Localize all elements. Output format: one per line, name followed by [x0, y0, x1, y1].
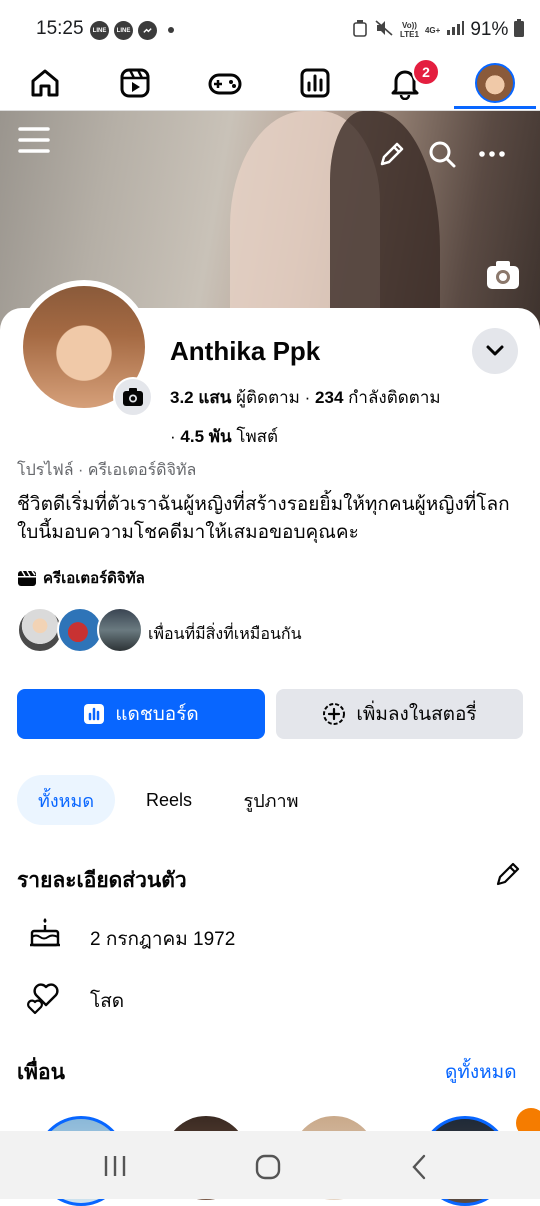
see-all-friends-link[interactable]: ดูทั้งหมด [445, 1057, 517, 1087]
recent-apps-icon [104, 1156, 126, 1176]
line-app-icon: LINE [90, 21, 109, 40]
nav-profile[interactable] [450, 56, 540, 110]
pencil-icon [380, 142, 404, 166]
profile-bio: ชีวิตดีเริ่มที่ตัวเราฉันผู้หญิงที่สร้างร… [17, 494, 510, 543]
following-label: กำลังติดตาม [348, 388, 441, 407]
dashboard-button-label: แดชบอร์ด [115, 704, 199, 725]
reels-icon [120, 68, 150, 98]
search-button[interactable] [424, 136, 460, 172]
top-navigation [0, 56, 540, 112]
edit-cover-button[interactable] [374, 136, 410, 172]
relationship-hearts-icon [26, 979, 64, 1020]
nav-home[interactable] [0, 56, 90, 110]
status-indicators: Vo)) LTE1 4G+ 91% [352, 18, 525, 42]
mutual-friend-avatar [97, 607, 143, 653]
battery-icon [514, 18, 525, 42]
relationship-text: โสด [90, 991, 125, 1012]
creator-tag: ครีเอเตอร์ดิจิทัล [17, 566, 145, 590]
menu-button[interactable] [16, 122, 52, 158]
back-chevron-icon [412, 1154, 426, 1180]
more-options-button[interactable] [474, 136, 510, 172]
pencil-icon [496, 862, 520, 886]
posts-label: โพสต์ [236, 427, 279, 446]
following-count[interactable]: 234 [315, 388, 343, 407]
profile-name: Anthika Ppk [170, 336, 321, 366]
posts-count: 4.5 พัน [180, 427, 232, 446]
profile-category: โปรไฟล์ · ครีเอเตอร์ดิจิทัล [17, 462, 197, 479]
back-button[interactable] [408, 1153, 432, 1181]
line-app-icon: LINE [114, 21, 133, 40]
add-to-story-button[interactable]: เพิ่มลงในสตอรี่ [276, 689, 523, 739]
nav-dashboard[interactable] [270, 56, 360, 110]
notification-badge: 2 [412, 58, 440, 86]
chevron-down-icon [486, 345, 504, 356]
mutual-friends-text[interactable]: เพื่อนที่มีสิ่งที่เหมือนกัน [148, 622, 302, 647]
status-time: 15:25 [36, 18, 84, 39]
tab-reels[interactable]: Reels [132, 775, 206, 825]
dashboard-button[interactable]: แดชบอร์ด [17, 689, 265, 739]
change-avatar-button[interactable] [113, 377, 153, 417]
search-icon [429, 141, 456, 168]
system-navigation-bar [0, 1131, 540, 1199]
mute-icon [374, 19, 394, 42]
recent-apps-button[interactable] [100, 1153, 130, 1179]
birthday-text: 2 กรกฎาคม 1972 [90, 929, 236, 950]
dashboard-icon [84, 704, 105, 724]
signal-icon [446, 20, 465, 41]
camera-icon [487, 261, 519, 289]
stats-separator: · [170, 427, 176, 446]
follow-stats: 3.2 แสน ผู้ติดตาม · 234 กำลังติดตาม [170, 384, 441, 411]
home-icon [31, 69, 59, 97]
volte-indicator: Vo)) LTE1 [400, 21, 419, 39]
network-type-indicator: 4G+ [424, 25, 441, 35]
more-notifications-dot [168, 27, 174, 33]
tab-photos[interactable]: รูปภาพ [228, 775, 314, 825]
friends-title: เพื่อน [17, 1061, 65, 1084]
home-button[interactable] [254, 1153, 282, 1181]
more-dots-icon [479, 151, 505, 157]
stats-separator: · [304, 388, 311, 407]
nav-gaming[interactable] [180, 56, 270, 110]
add-story-icon [323, 703, 346, 725]
home-circle-icon [255, 1154, 281, 1180]
profile-avatar-icon [475, 63, 515, 103]
dashboard-icon [300, 68, 330, 98]
post-stats: · 4.5 พัน โพสต์ [170, 423, 278, 450]
birthday-cake-icon [28, 915, 62, 954]
edit-details-button[interactable] [494, 860, 526, 892]
followers-label: ผู้ติดตาม [236, 388, 300, 407]
camera-icon [123, 388, 143, 406]
tab-all[interactable]: ทั้งหมด [17, 775, 115, 825]
nav-reels[interactable] [90, 56, 180, 110]
gaming-icon [208, 73, 242, 95]
nav-active-indicator [454, 106, 536, 109]
hamburger-icon [18, 127, 50, 153]
followers-count[interactable]: 3.2 แสน [170, 388, 231, 407]
battery-percent: 91% [470, 19, 509, 40]
change-cover-button[interactable] [484, 256, 522, 294]
clapperboard-icon [18, 570, 36, 586]
creator-label: ครีเอเตอร์ดิจิทัล [43, 570, 145, 587]
recycle-icon [352, 19, 368, 42]
personal-details-title: รายละเอียดส่วนตัว [17, 869, 187, 892]
add-to-story-label: เพิ่มลงในสตอรี่ [356, 704, 477, 725]
profile-menu-button[interactable] [472, 328, 518, 374]
messenger-icon [138, 21, 157, 40]
